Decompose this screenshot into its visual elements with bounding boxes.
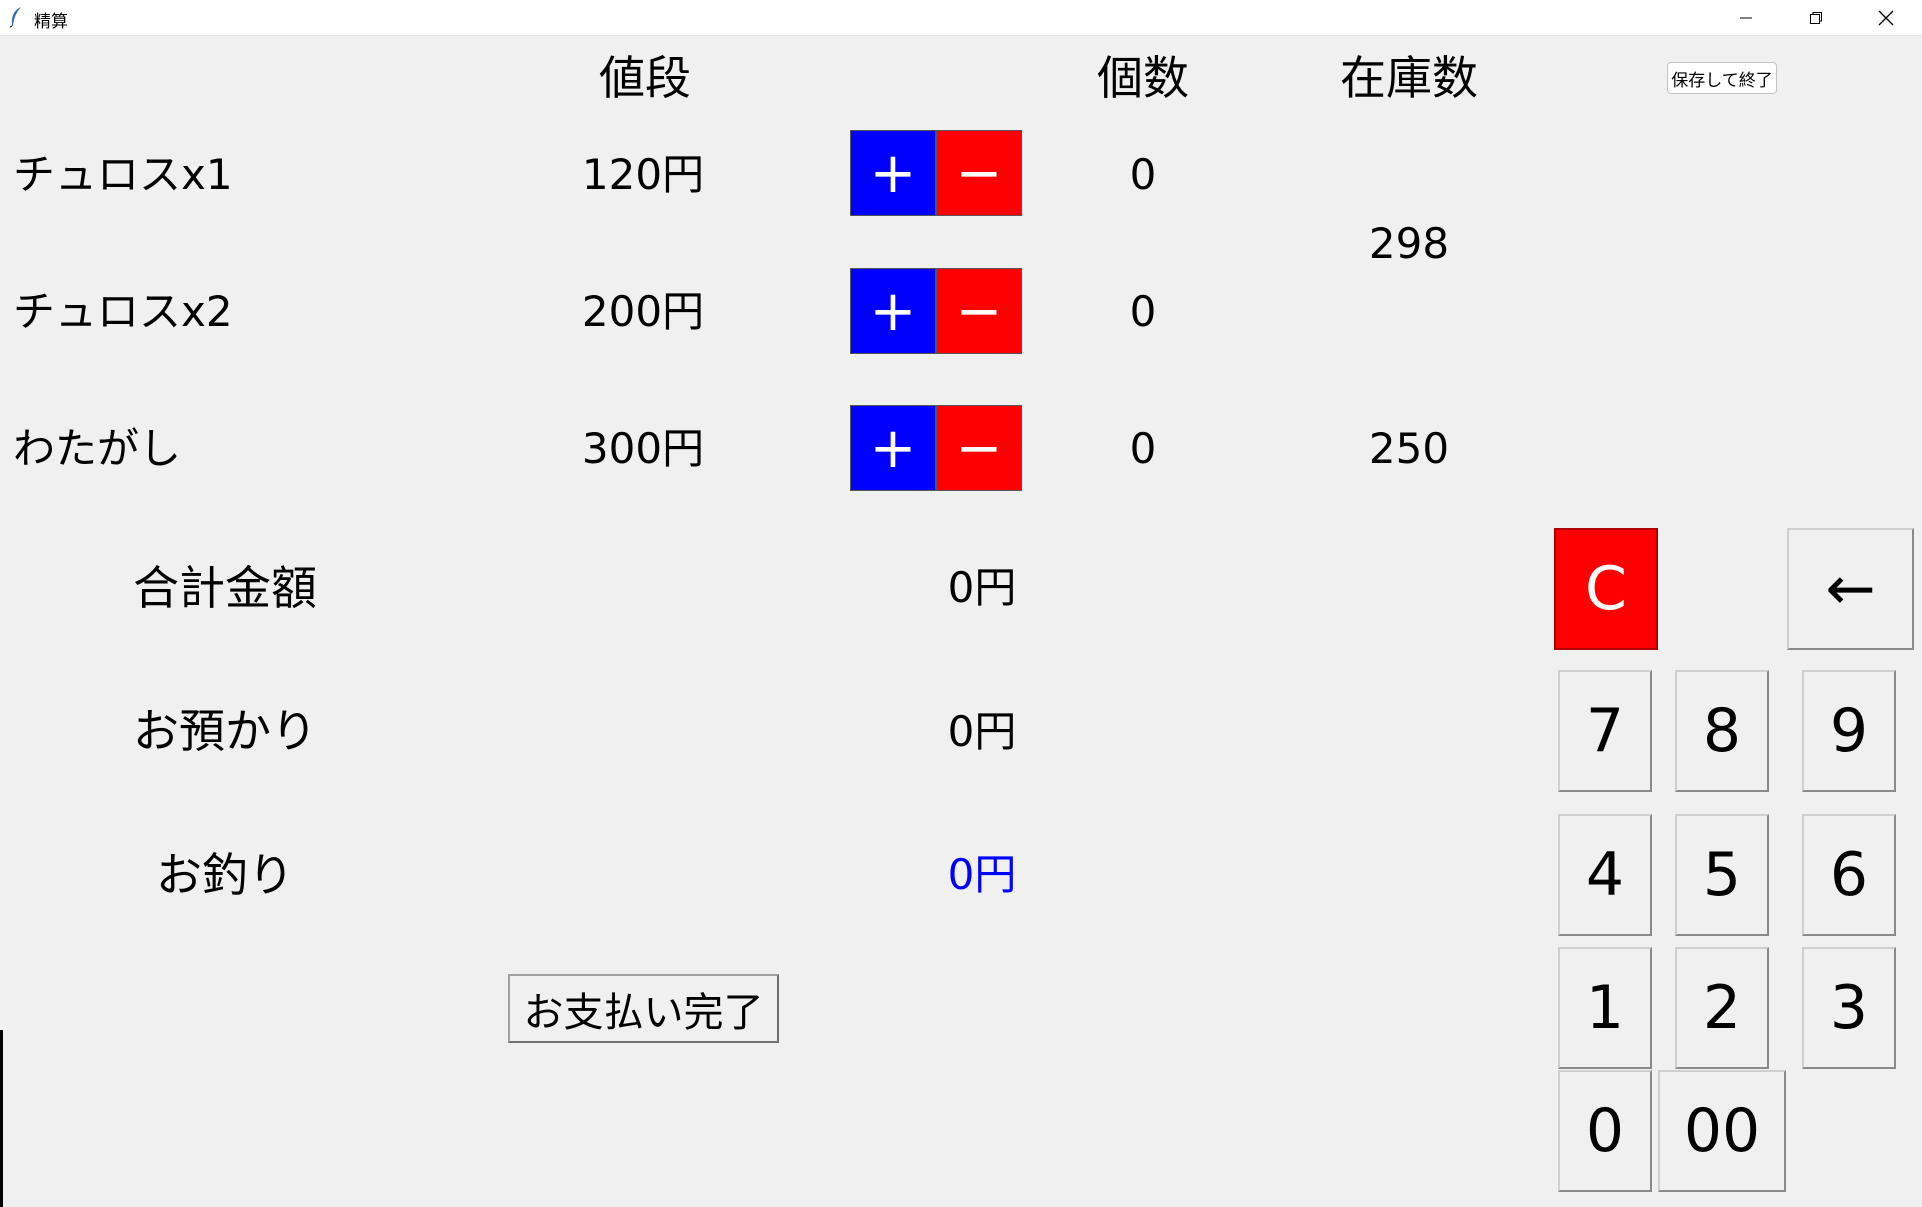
key-1[interactable]: 1 [1558,947,1652,1069]
item-price-churros-2: 200円 [581,287,705,336]
minus-button-cotton-candy[interactable]: − [936,405,1022,491]
minimize-icon [1740,17,1752,18]
item-count-churros-1: 0 [1129,150,1157,199]
payment-complete-button[interactable]: お支払い完了 [508,974,779,1043]
item-name-cotton-candy: わたがし [13,424,182,473]
key-8[interactable]: 8 [1675,670,1769,792]
item-count-cotton-candy: 0 [1129,424,1157,473]
item-price-cotton-candy: 300円 [581,424,705,473]
restore-button[interactable] [1781,0,1851,35]
key-7[interactable]: 7 [1558,670,1652,792]
item-count-churros-2: 0 [1129,287,1157,336]
change-value: 0円 [947,850,1017,899]
key-3[interactable]: 3 [1802,947,1896,1069]
clear-button[interactable]: C [1554,528,1658,650]
item-name-churros-1: チュロスx1 [13,150,233,199]
key-6[interactable]: 6 [1802,814,1896,936]
window-title: 精算 [34,12,68,32]
stock-cotton-candy: 250 [1368,424,1450,473]
count-header: 個数 [1097,51,1189,105]
key-5[interactable]: 5 [1675,814,1769,936]
feather-icon [9,7,21,28]
key-00[interactable]: 00 [1658,1070,1786,1192]
total-label: 合計金額 [133,561,317,615]
key-9[interactable]: 9 [1802,670,1896,792]
price-header: 値段 [599,51,691,105]
save-and-exit-button[interactable]: 保存して終了 [1667,62,1777,94]
stock-churros: 298 [1368,219,1450,268]
key-2[interactable]: 2 [1675,947,1769,1069]
plus-button-cotton-candy[interactable]: + [850,405,936,491]
received-label: お預かり [133,704,317,758]
minus-button-churros-2[interactable]: − [936,268,1022,354]
plus-button-churros-2[interactable]: + [850,268,936,354]
close-icon [1878,10,1894,25]
item-name-churros-2: チュロスx2 [13,287,233,336]
stock-header: 在庫数 [1340,51,1478,105]
item-price-churros-1: 120円 [581,150,705,199]
minimize-button[interactable] [1711,0,1781,35]
close-button[interactable] [1851,0,1921,35]
title-bar: 精算 [0,0,1922,36]
plus-button-churros-1[interactable]: + [850,130,936,216]
key-4[interactable]: 4 [1558,814,1652,936]
received-value: 0円 [947,707,1017,756]
backspace-button[interactable]: ← [1787,528,1914,650]
minus-button-churros-1[interactable]: − [936,130,1022,216]
window-edge [0,1030,3,1207]
key-0[interactable]: 0 [1558,1070,1652,1192]
change-label: お釣り [156,848,294,902]
restore-icon [1810,11,1822,24]
total-value: 0円 [947,563,1017,612]
